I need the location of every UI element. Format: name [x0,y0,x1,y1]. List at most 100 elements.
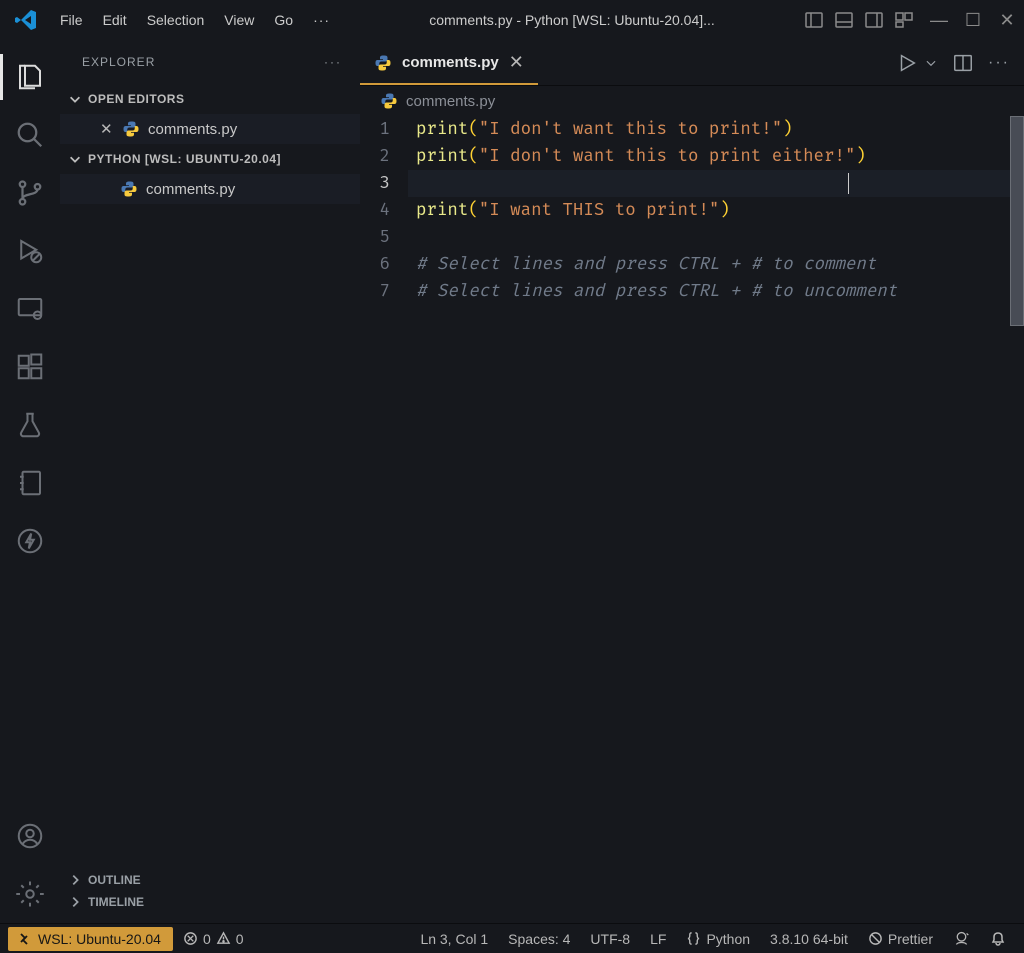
menu-view[interactable]: View [214,8,264,32]
section-timeline[interactable]: TIMELINE [68,891,352,913]
activity-run-debug[interactable] [0,222,60,280]
activitybar [0,40,60,923]
status-warnings-count: 0 [236,931,244,947]
menu-more-icon[interactable]: ··· [303,8,340,32]
bell-icon [990,931,1006,947]
bolt-icon [15,526,45,556]
menu-edit[interactable]: Edit [93,8,137,32]
code-line[interactable]: # Select lines and press CTRL + # to unc… [416,278,1024,305]
menu-file[interactable]: File [50,8,93,32]
split-editor-icon[interactable] [952,52,974,74]
tab-comments-py[interactable]: comments.py ✕ [360,40,538,85]
line-number: 7 [360,278,390,305]
status-language[interactable]: Python [676,931,760,947]
line-number: 5 [360,224,390,251]
status-language-label: Python [706,931,750,947]
workspace-filename: comments.py [146,181,235,198]
chevron-down-icon [68,92,82,106]
section-outline[interactable]: OUTLINE [68,869,352,891]
status-line-col[interactable]: Ln 3, Col 1 [410,931,498,947]
line-number: 4 [360,197,390,224]
code-line[interactable]: print("I don't want this to print!") [416,116,1024,143]
chevron-right-icon [68,895,82,909]
section-workspace[interactable]: PYTHON [WSL: UBUNTU-20.04] [60,144,360,174]
tab-close-icon[interactable]: ✕ [509,52,524,73]
status-interpreter[interactable]: 3.8.10 64-bit [760,931,858,947]
monitor-icon [15,294,45,324]
gear-icon [15,879,45,909]
tab-bar: comments.py ✕ ··· [360,40,1024,86]
chevron-down-icon [68,152,82,166]
status-problems[interactable]: 0 0 [173,931,254,947]
sidebar-title: EXPLORER [82,55,155,69]
minimap-scroll-indicator[interactable] [1010,116,1024,326]
window-close-icon[interactable]: ✕ [998,10,1016,31]
breadcrumb-label: comments.py [406,93,495,110]
code-line[interactable] [416,170,1024,197]
activity-source-control[interactable] [0,164,60,222]
layout-panel-icon[interactable] [834,10,854,30]
editor-more-icon[interactable]: ··· [988,54,1010,72]
section-outline-label: OUTLINE [88,873,141,887]
status-notifications[interactable] [980,931,1016,947]
menu-selection[interactable]: Selection [137,8,215,32]
activity-search[interactable] [0,106,60,164]
activity-testing[interactable] [0,396,60,454]
prettier-icon [868,931,883,946]
code-line[interactable]: print("I don't want this to print either… [416,143,1024,170]
status-feedback[interactable] [943,930,980,947]
activity-extensions[interactable] [0,338,60,396]
workspace-file-item[interactable]: comments.py [60,174,360,204]
statusbar: WSL: Ubuntu-20.04 0 0 Ln 3, Col 1 Spaces… [0,923,1024,953]
breadcrumb[interactable]: comments.py [360,86,1024,116]
beaker-icon [15,410,45,440]
activity-account[interactable] [0,807,60,865]
python-file-icon [380,92,398,110]
menu-go[interactable]: Go [264,8,303,32]
section-open-editors[interactable]: OPEN EDITORS [60,84,360,114]
layout-customize-icon[interactable] [894,10,914,30]
status-spaces[interactable]: Spaces: 4 [498,931,580,947]
line-number: 3 [360,170,390,197]
close-icon[interactable]: ✕ [100,120,114,138]
titlebar: File Edit Selection View Go ··· comments… [0,0,1024,40]
window-maximize-icon[interactable]: ☐ [964,10,982,31]
line-gutter: 1234567 [360,116,408,923]
activity-settings[interactable] [0,865,60,923]
open-editor-item[interactable]: ✕ comments.py [60,114,360,144]
python-file-icon [122,120,140,138]
status-encoding[interactable]: UTF-8 [580,931,640,947]
python-file-icon [120,180,138,198]
files-icon [15,62,45,92]
sidebar-explorer: EXPLORER ··· OPEN EDITORS ✕ comments.py … [60,40,360,923]
git-branch-icon [15,178,45,208]
tab-label: comments.py [402,54,499,71]
error-icon [183,931,198,946]
code-editor[interactable]: 1234567 print("I don't want this to prin… [360,116,1024,923]
feedback-icon [953,930,970,947]
section-workspace-label: PYTHON [WSL: UBUNTU-20.04] [88,152,281,166]
open-editor-filename: comments.py [148,121,237,138]
sidebar-more-icon[interactable]: ··· [324,55,342,69]
layout-sidebar-left-icon[interactable] [804,10,824,30]
vscode-logo-icon [14,8,38,32]
code-content[interactable]: print("I don't want this to print!")prin… [408,116,1024,923]
section-timeline-label: TIMELINE [88,895,144,909]
code-line[interactable]: print("I want THIS to print!") [416,197,1024,224]
code-line[interactable]: # Select lines and press CTRL + # to com… [416,251,1024,278]
run-icon[interactable] [896,52,918,74]
activity-remote[interactable] [0,280,60,338]
status-remote[interactable]: WSL: Ubuntu-20.04 [8,927,173,951]
status-prettier-label: Prettier [888,931,933,947]
window-title: comments.py - Python [WSL: Ubuntu-20.04]… [340,12,804,28]
window-minimize-icon[interactable]: — [930,10,948,31]
activity-explorer[interactable] [0,48,60,106]
chevron-down-icon[interactable] [924,56,938,70]
status-prettier[interactable]: Prettier [858,931,943,947]
status-eol[interactable]: LF [640,931,676,947]
activity-notebook[interactable] [0,454,60,512]
code-line[interactable] [416,224,1024,251]
line-number: 1 [360,116,390,143]
layout-sidebar-right-icon[interactable] [864,10,884,30]
activity-thunder[interactable] [0,512,60,570]
